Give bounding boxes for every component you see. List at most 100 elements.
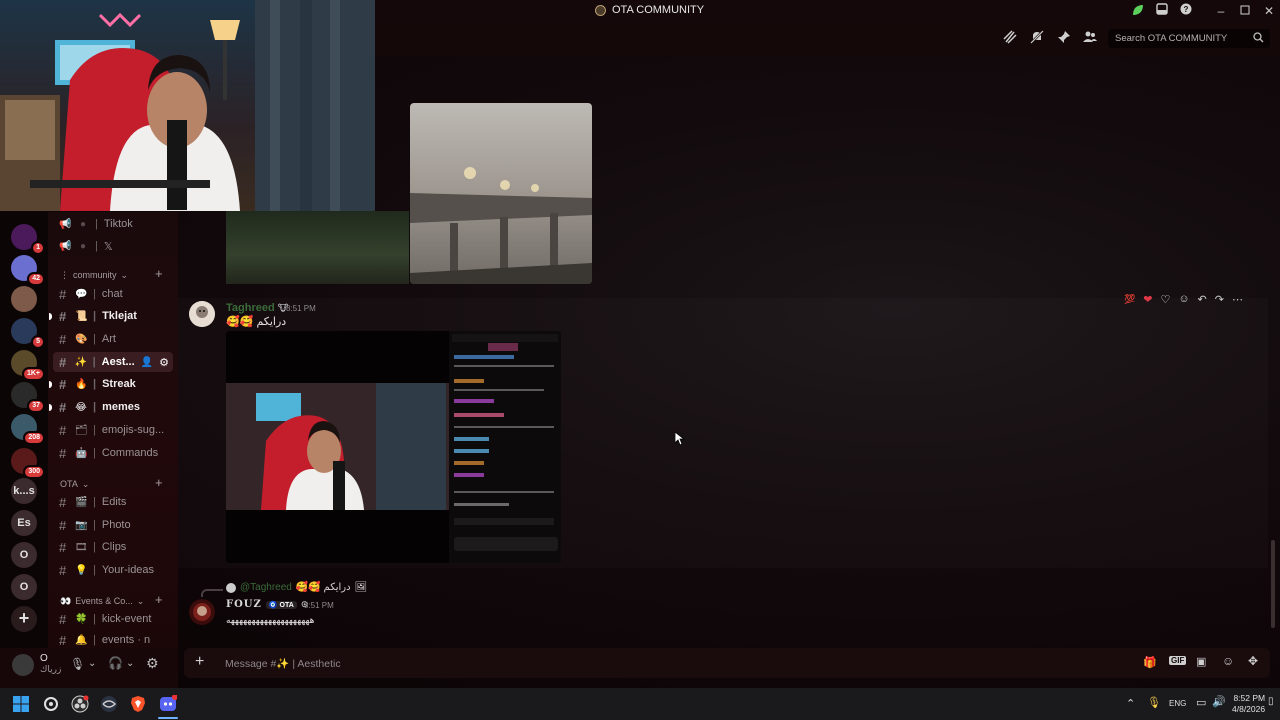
channel-clips[interactable]: # 🎞 | Clips	[53, 537, 173, 557]
white-heart-reaction-icon[interactable]: ♡	[1160, 293, 1170, 306]
sticker-icon[interactable]: ▣	[1196, 655, 1206, 668]
server-icon-5[interactable]: 1K+	[11, 350, 45, 381]
help-icon[interactable]: ?	[1178, 3, 1194, 19]
channel-art[interactable]: # 🎨 | Art	[53, 329, 173, 349]
add-attachment-icon[interactable]: +	[195, 653, 204, 671]
minimize-icon[interactable]: –	[1213, 3, 1229, 19]
message-author[interactable]: Taghreed 🐮	[226, 302, 288, 314]
server-icon-7[interactable]: 208	[11, 414, 45, 445]
message-composer[interactable]: + Message #✨ | Aesthetic 🎁 GIF ▣ ☺ ✥	[184, 648, 1270, 678]
message-timestamp: 8:51 PM	[304, 601, 334, 610]
reply-icon[interactable]: ↶	[1198, 293, 1207, 306]
scrollbar[interactable]	[1271, 540, 1275, 628]
hundred-reaction-icon[interactable]: 💯	[1124, 294, 1135, 305]
hash-icon: #	[59, 399, 67, 415]
channel-aesthetic[interactable]: # ✨ | Aest... 👤 ⚙	[53, 352, 173, 372]
channel-emoji: 🍀	[75, 613, 88, 625]
settings-app-icon[interactable]	[42, 695, 60, 713]
separator: |	[93, 401, 97, 413]
tag-label: OTA	[279, 601, 294, 609]
avatar[interactable]	[189, 599, 215, 625]
message-author[interactable]: FOUZ 🧿 OTA ⊙	[226, 599, 308, 610]
attachment-image-bridge[interactable]	[410, 103, 592, 284]
inbox-icon[interactable]	[1154, 3, 1170, 19]
pin-icon[interactable]	[1056, 30, 1072, 46]
notification-muted-icon[interactable]	[1029, 30, 1045, 46]
server-icon-1[interactable]: 1	[11, 224, 45, 255]
channel-emoji: 🤖	[75, 447, 88, 459]
server-icon-8[interactable]: 300	[11, 448, 45, 479]
headphones-icon[interactable]: 🎧	[108, 656, 123, 670]
chevron-down-icon: ⌄	[136, 596, 145, 606]
windows-start-icon[interactable]	[12, 695, 30, 713]
add-member-icon[interactable]: 👤	[141, 357, 153, 368]
channel-tiktok[interactable]: 📢 ● | Tiktok	[53, 214, 173, 234]
attachment-image[interactable]	[226, 211, 409, 284]
network-icon[interactable]: ▭	[1196, 696, 1206, 709]
chevron-down-icon[interactable]: ⌄	[88, 658, 96, 669]
channel-kick-event[interactable]: # 🍀 | kick-event	[53, 609, 173, 629]
channel-emoji: 😂	[75, 401, 87, 413]
microphone-icon[interactable]: 🎙	[70, 657, 85, 671]
reply-preview[interactable]: @Taghreed 🥰🥰 درايكم 🖼	[226, 582, 367, 593]
channel-tklejat[interactable]: # 📜 | Tklejat	[53, 306, 173, 326]
forward-icon[interactable]: ↷	[1215, 293, 1224, 306]
server-icon-3[interactable]	[11, 286, 37, 312]
close-icon[interactable]: ✕	[1261, 3, 1277, 19]
chevron-up-icon[interactable]: ⌃	[1126, 697, 1135, 710]
server-icon-es[interactable]: Es	[11, 510, 37, 536]
gift-icon[interactable]: 🎁	[1143, 656, 1157, 669]
channel-edits[interactable]: # 🎬 | Edits	[53, 492, 173, 512]
add-channel-icon[interactable]: +	[155, 475, 163, 490]
server-icon-6[interactable]: 37	[11, 382, 45, 413]
channel-your-ideas[interactable]: # 💡 | Your-ideas	[53, 560, 173, 580]
server-icon-2[interactable]: 42	[11, 255, 45, 286]
server-icon-ks[interactable]: k...s	[11, 478, 37, 504]
volume-icon[interactable]: 🔊	[1212, 695, 1226, 708]
add-server-icon[interactable]: +	[11, 606, 37, 632]
channel-x[interactable]: 📢 ● | 𝕏	[53, 236, 173, 256]
add-reaction-icon[interactable]: ☺	[1178, 293, 1189, 305]
app-icon[interactable]	[100, 695, 118, 713]
leaf-icon[interactable]	[1130, 3, 1146, 19]
brave-browser-icon[interactable]	[129, 695, 147, 713]
hash-icon: #	[59, 632, 67, 648]
channel-memes[interactable]: # 😂 | memes	[53, 397, 173, 417]
chevron-down-icon[interactable]: ⌄	[126, 658, 134, 669]
microphone-icon[interactable]: 🎙	[1147, 696, 1161, 709]
notifications-icon[interactable]: ▯	[1268, 696, 1274, 707]
category-events[interactable]: 👀 Events & Co... ⌄	[60, 596, 144, 607]
category-community[interactable]: ⋮ community ⌄	[60, 270, 128, 281]
channel-events[interactable]: # 🔔 | events · n	[53, 632, 173, 648]
category-ota[interactable]: OTA ⌄	[60, 479, 89, 490]
gif-icon[interactable]: GIF	[1169, 656, 1187, 665]
channel-emojis-suggestions[interactable]: # 🗂 | emojis-sug...	[53, 420, 173, 440]
channel-chat[interactable]: # 💬 | chat	[53, 284, 173, 304]
avatar[interactable]	[12, 654, 34, 676]
gear-icon[interactable]: ⚙	[159, 356, 173, 369]
clock[interactable]: 8:52 PM 4/8/2026	[1232, 693, 1265, 715]
discord-app-icon[interactable]	[159, 694, 178, 713]
gear-icon[interactable]: ⚙	[146, 655, 159, 672]
server-icon-o1[interactable]: O	[11, 542, 37, 568]
search-input[interactable]: Search OTA COMMUNITY	[1108, 29, 1270, 48]
add-channel-icon[interactable]: +	[155, 592, 163, 607]
input-language[interactable]: ENG	[1169, 699, 1186, 708]
window-title-text: OTA COMMUNITY	[612, 4, 705, 16]
channel-commands[interactable]: # 🤖 | Commands	[53, 443, 173, 463]
emoji-icon[interactable]: ☺	[1222, 654, 1234, 668]
maximize-icon[interactable]	[1237, 3, 1253, 19]
channel-streak[interactable]: # 🔥 | Streak	[53, 374, 173, 394]
red-heart-reaction-icon[interactable]: ❤	[1143, 293, 1152, 306]
obs-app-icon[interactable]	[71, 695, 89, 713]
threads-icon[interactable]	[1002, 30, 1018, 46]
add-channel-icon[interactable]: +	[155, 266, 163, 281]
server-icon-o2[interactable]: O	[11, 574, 37, 600]
server-icon-4[interactable]: 5	[11, 318, 45, 349]
attachment-image-screenshot[interactable]	[226, 331, 561, 563]
member-list-icon[interactable]	[1082, 30, 1098, 46]
channel-photo[interactable]: # 📷 | Photo	[53, 515, 173, 535]
apps-icon[interactable]: ✥	[1248, 654, 1258, 668]
avatar[interactable]	[189, 301, 215, 327]
more-icon[interactable]: ⋯	[1232, 293, 1243, 306]
